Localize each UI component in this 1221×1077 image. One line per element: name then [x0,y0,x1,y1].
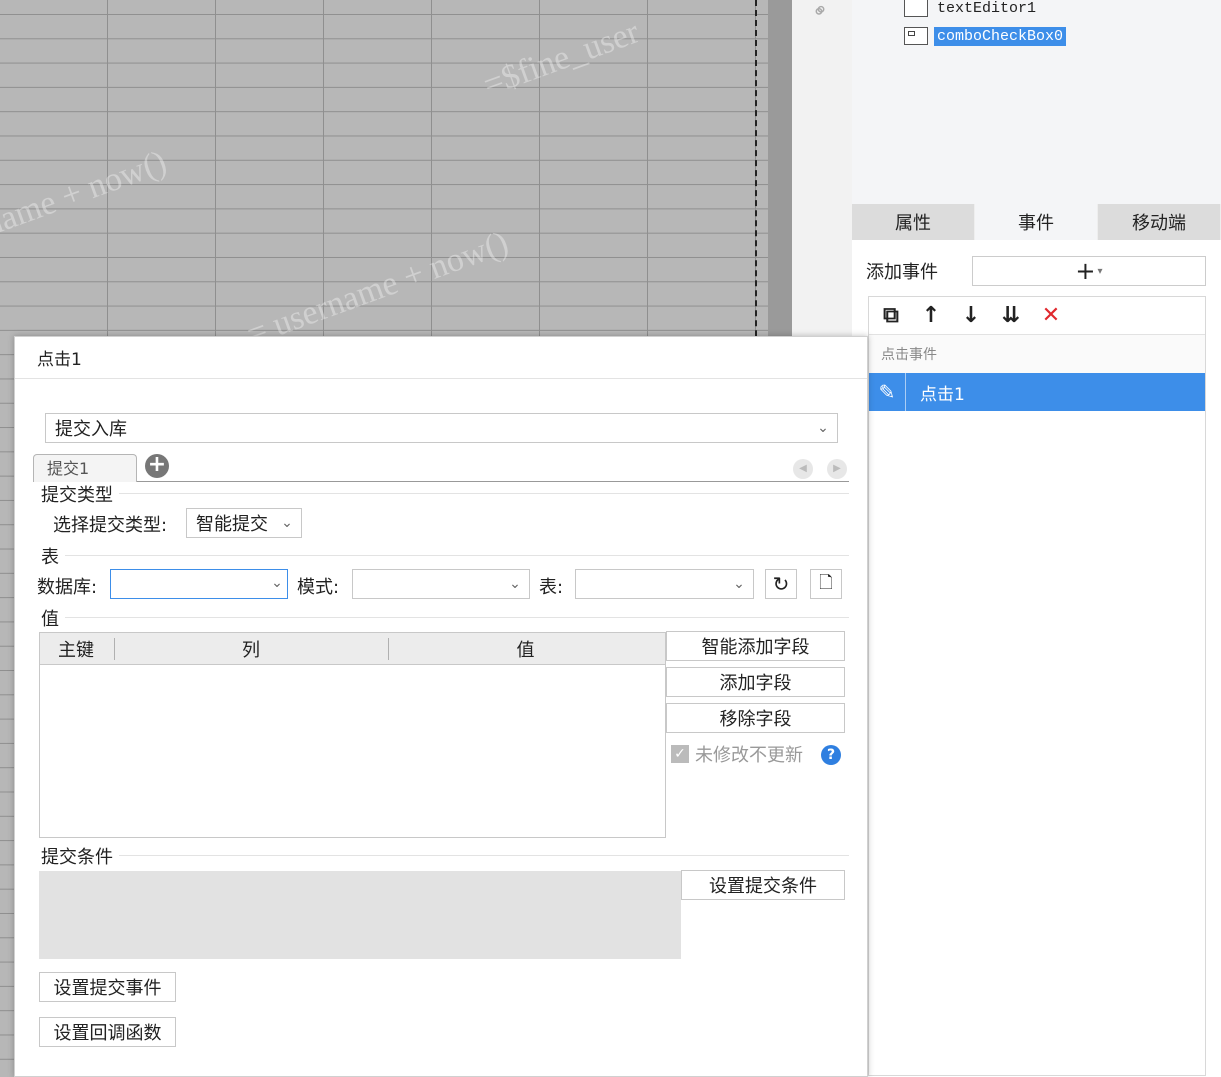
condition-area[interactable] [39,871,681,959]
event-list: ⧉ ↑ ↓ ⇊ ✕ 点击事件 ✎ 点击1 [868,296,1206,1076]
add-field-button[interactable]: 添加字段 [666,667,845,697]
tab-properties[interactable]: 属性 [852,204,975,240]
event-item-click1[interactable]: ✎ 点击1 [869,373,1205,411]
submit-type-label: 选择提交类型: [53,515,168,536]
tree-item-label: textEditor1 [937,0,1037,17]
schema-select[interactable]: ⌄ [352,569,530,599]
grid-header-value: 值 [388,633,663,664]
section-divider [65,555,849,556]
table-label: 表: [539,577,564,598]
add-tab-icon[interactable]: + [145,454,169,478]
action-type-value: 提交入库 [55,419,127,440]
event-item-label: 点击1 [920,384,965,405]
field-grid[interactable]: 主键 列 值 [39,632,666,838]
copy-icon[interactable]: ⧉ [879,303,903,328]
help-icon[interactable]: ? [821,745,841,765]
chevron-down-icon: ⌄ [509,576,521,592]
set-callback-button[interactable]: 设置回调函数 [39,1017,176,1047]
preview-button[interactable]: 🗋 [810,569,842,599]
delete-icon[interactable]: ✕ [1039,303,1063,328]
add-event-row: 添加事件 + ▾ [866,256,1206,286]
preview-icon: 🗋 [819,572,833,593]
scroll-left-icon[interactable]: ◀ [793,459,813,479]
value-section: 值 [41,609,59,630]
section-divider [119,493,849,494]
section-divider [119,855,849,856]
submit-type-value: 智能提交 [196,514,268,535]
tab-submit1[interactable]: 提交1 [33,454,137,482]
watermark-text: = username + now() [241,224,514,353]
table-select[interactable]: ⌄ [575,569,754,599]
set-submit-event-button[interactable]: 设置提交事件 [39,972,176,1002]
refresh-icon: ↻ [772,572,790,596]
plus-icon: + [1075,257,1096,285]
event-group-label: 点击事件 [869,335,1205,373]
combo-checkbox-icon [904,27,928,45]
watermark-text: name + now() [0,143,172,244]
table-section: 表 [41,547,59,568]
no-update-label: 未修改不更新 [695,745,803,766]
database-select[interactable] [110,569,288,599]
condition-section: 提交条件 [41,847,113,868]
event-dialog: 点击1 提交入库 ⌄ 提交1 + ◀ ▶ 提交类型 选择提交类型: 智能提交 ⌄… [14,336,868,1077]
text-editor-icon [904,0,928,17]
refresh-button[interactable]: ↻ [765,569,797,599]
add-event-label: 添加事件 [866,262,938,283]
dialog-title: 点击1 [15,337,867,379]
grid-header-column: 列 [114,633,388,664]
no-update-checkbox[interactable]: ✓ [671,745,689,763]
tree-item-texteditor[interactable]: textEditor1 [904,0,1039,20]
grid-header-key: 主键 [58,639,94,661]
set-condition-button[interactable]: 设置提交条件 [681,870,845,900]
schema-label: 模式: [297,577,340,598]
chevron-down-icon: ⌄ [733,576,745,592]
edit-pencil-icon[interactable]: ✎ [869,373,906,411]
tree-item-label: comboCheckBox0 [934,26,1067,46]
panel-tabs: 属性 事件 移动端 [852,204,1221,240]
widget-tree: textEditor1 comboCheckBox0 [852,0,1221,205]
move-up-icon[interactable]: ↑ [919,303,943,328]
scroll-right-icon[interactable]: ▶ [827,459,847,479]
tab-events[interactable]: 事件 [975,204,1098,240]
event-toolbar: ⧉ ↑ ↓ ⇊ ✕ [869,297,1205,335]
tab-mobile[interactable]: 移动端 [1098,204,1221,240]
watermark-text: =$fine_user [478,13,644,104]
grid-header: 主键 列 值 [40,633,665,665]
database-label: 数据库: [37,577,98,598]
chevron-down-icon: ⌄ [281,515,293,531]
section-divider [65,617,849,618]
move-bottom-icon[interactable]: ⇊ [999,303,1023,328]
remove-field-button[interactable]: 移除字段 [666,703,845,733]
action-type-select[interactable]: 提交入库 ⌄ [45,413,838,443]
smart-add-field-button[interactable]: 智能添加字段 [666,631,845,661]
link-icon: ⚭ [805,0,835,25]
submit-type-section: 提交类型 [41,485,113,506]
submit-type-select[interactable]: 智能提交 ⌄ [186,508,302,538]
chevron-down-icon: ⌄ [817,420,829,436]
move-down-icon[interactable]: ↓ [959,303,983,328]
tree-item-combocheckbox[interactable]: comboCheckBox0 [904,24,1067,48]
property-panel: 属性 事件 移动端 添加事件 + ▾ ⧉ ↑ ↓ ⇊ ✕ 点击事件 ✎ 点击1 [852,204,1221,1077]
caret-down-icon: ▾ [1097,265,1103,277]
add-event-button[interactable]: + ▾ [972,256,1206,286]
no-update-checkbox-row[interactable]: ✓ 未修改不更新 [671,742,803,766]
tab-strip-divider [137,481,849,482]
database-chevron-icon[interactable]: ⌄ [263,575,291,591]
